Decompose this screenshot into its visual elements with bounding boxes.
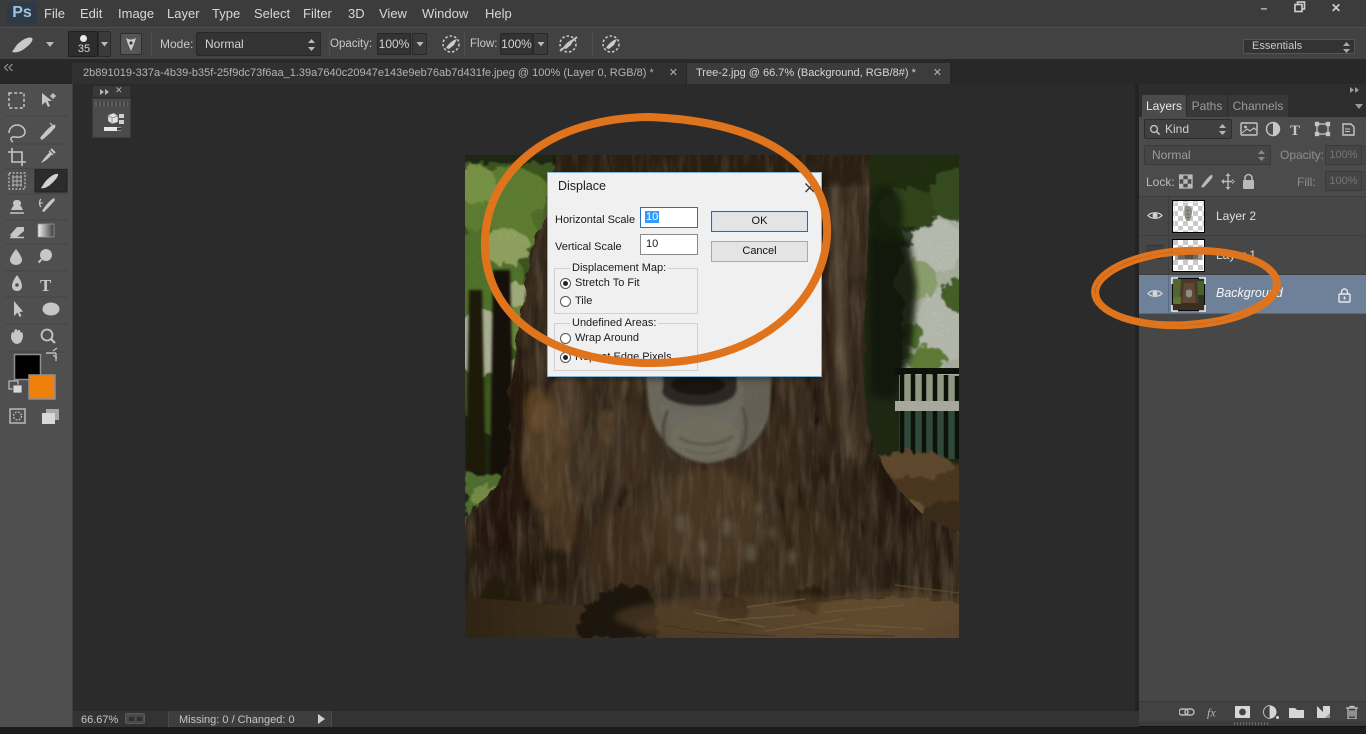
svg-text:T: T — [1290, 123, 1300, 138]
svg-text:fx: fx — [1207, 706, 1216, 720]
svg-text:T: T — [40, 276, 52, 295]
